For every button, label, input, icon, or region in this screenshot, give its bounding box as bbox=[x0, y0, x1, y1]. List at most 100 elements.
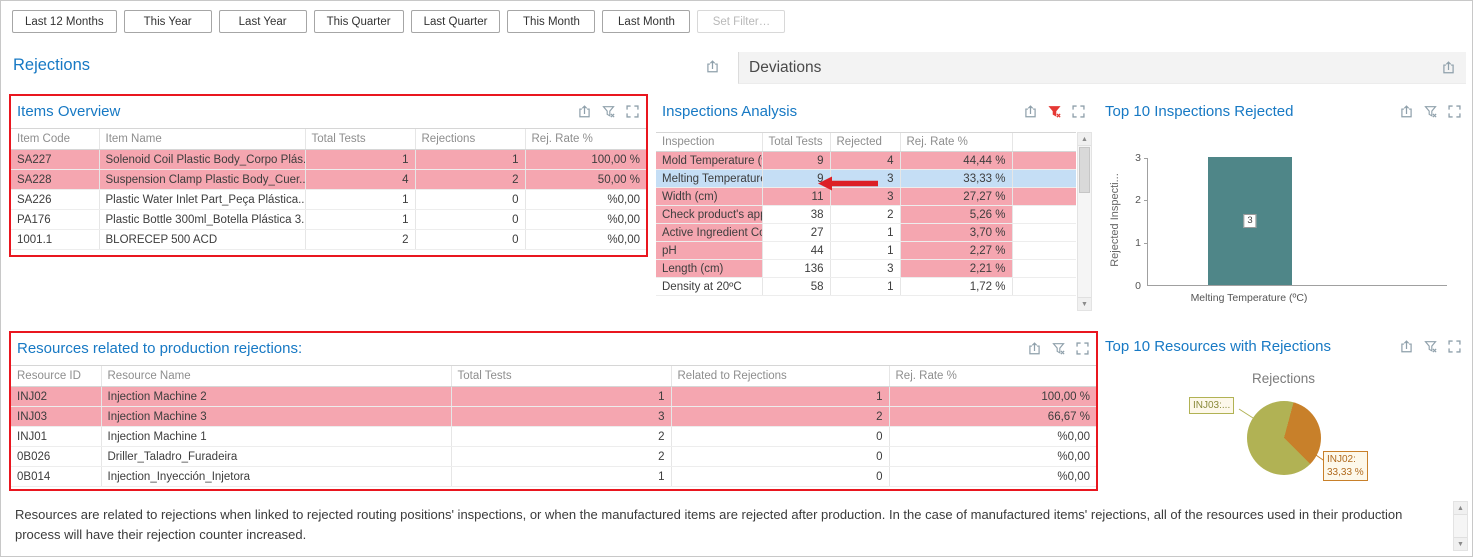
export-icon[interactable] bbox=[705, 59, 720, 74]
col-rejected[interactable]: Rejected bbox=[830, 133, 900, 152]
table-row[interactable]: 1001.1 BLORECEP 500 ACD 2 0 %0,00 bbox=[11, 230, 646, 250]
bar-melting-temperature[interactable]: 3 bbox=[1208, 157, 1292, 285]
filter-clear-icon[interactable] bbox=[1051, 341, 1066, 356]
filter-clear-active-icon[interactable] bbox=[1047, 104, 1062, 119]
export-icon[interactable] bbox=[577, 104, 592, 119]
col-total-tests[interactable]: Total Tests bbox=[305, 129, 415, 150]
filter-this-month-button[interactable]: This Month bbox=[507, 10, 595, 33]
export-icon[interactable] bbox=[1399, 104, 1414, 119]
filter-clear-icon[interactable] bbox=[1423, 104, 1438, 119]
filter-this-year-button[interactable]: This Year bbox=[124, 10, 212, 33]
col-rej-rate[interactable]: Rej. Rate % bbox=[889, 366, 1096, 387]
cell-rejections: 0 bbox=[415, 230, 525, 250]
tab-deviations[interactable]: Deviations bbox=[738, 52, 1466, 84]
cell-total-tests: 1 bbox=[305, 150, 415, 170]
header-row: Item Code Item Name Total Tests Rejectio… bbox=[11, 129, 646, 150]
resources-table: Resource ID Resource Name Total Tests Re… bbox=[11, 365, 1096, 487]
col-rej-rate[interactable]: Rej. Rate % bbox=[525, 129, 646, 150]
y-tick-label: 2 bbox=[1111, 194, 1141, 206]
cell-item-code: SA226 bbox=[11, 190, 99, 210]
col-total-tests[interactable]: Total Tests bbox=[451, 366, 671, 387]
filter-last-month-button[interactable]: Last Month bbox=[602, 10, 690, 33]
filter-last-year-button[interactable]: Last Year bbox=[219, 10, 307, 33]
set-filter-button[interactable]: Set Filter… bbox=[697, 10, 785, 33]
panel-top-resources-rejections: Top 10 Resources with Rejections Rejecti… bbox=[1101, 331, 1466, 491]
pie-label-inj02-name: INJ02: bbox=[1327, 453, 1364, 466]
cell-resource-name: Injection_Inyección_Injetora bbox=[101, 467, 451, 487]
export-icon[interactable] bbox=[1023, 104, 1038, 119]
col-total-tests[interactable]: Total Tests bbox=[762, 133, 830, 152]
inspections-scrollbar[interactable]: ▲ ▼ bbox=[1077, 132, 1092, 311]
table-row[interactable]: PA176 Plastic Bottle 300ml_Botella Plást… bbox=[11, 210, 646, 230]
inspections-analysis-title: Inspections Analysis bbox=[662, 103, 1023, 120]
col-item-name[interactable]: Item Name bbox=[99, 129, 305, 150]
col-rejections[interactable]: Rejections bbox=[415, 129, 525, 150]
table-row[interactable]: INJ03 Injection Machine 3 3 2 66,67 % bbox=[11, 407, 1096, 427]
table-row[interactable]: 0B014 Injection_Inyección_Injetora 1 0 %… bbox=[11, 467, 1096, 487]
export-icon[interactable] bbox=[1027, 341, 1042, 356]
scrollbar-thumb[interactable] bbox=[1079, 147, 1090, 193]
cell-rejected: 1 bbox=[830, 242, 900, 260]
pie-chart[interactable] bbox=[1247, 401, 1321, 475]
cell-total-tests: 1 bbox=[451, 467, 671, 487]
table-row[interactable]: Check product's appea... 38 2 5,26 % bbox=[656, 206, 1076, 224]
cell-rej-rate: %0,00 bbox=[525, 230, 646, 250]
filter-clear-icon[interactable] bbox=[601, 104, 616, 119]
expand-icon[interactable] bbox=[625, 104, 640, 119]
col-rej-rate[interactable]: Rej. Rate % bbox=[900, 133, 1012, 152]
col-related-to-rejections[interactable]: Related to Rejections bbox=[671, 366, 889, 387]
cell-rej-rate: %0,00 bbox=[889, 427, 1096, 447]
scroll-down-icon[interactable]: ▼ bbox=[1454, 537, 1467, 550]
cell-total-tests: 4 bbox=[305, 170, 415, 190]
cell-total-tests: 9 bbox=[762, 152, 830, 170]
expand-icon[interactable] bbox=[1075, 341, 1090, 356]
cell-resource-name: Driller_Taladro_Furadeira bbox=[101, 447, 451, 467]
cell-total-tests: 27 bbox=[762, 224, 830, 242]
table-row[interactable]: SA226 Plastic Water Inlet Part_Peça Plás… bbox=[11, 190, 646, 210]
cell-related: 0 bbox=[671, 427, 889, 447]
cell-rejections: 2 bbox=[415, 170, 525, 190]
filter-this-quarter-button[interactable]: This Quarter bbox=[314, 10, 404, 33]
cell-rej-rate: 2,27 % bbox=[900, 242, 1012, 260]
col-resource-id[interactable]: Resource ID bbox=[11, 366, 101, 387]
scroll-down-icon[interactable]: ▼ bbox=[1078, 297, 1091, 310]
table-row[interactable]: pH 44 1 2,27 % bbox=[656, 242, 1076, 260]
cell-rejected: 3 bbox=[830, 260, 900, 278]
pie-label-inj03: INJ03:... bbox=[1189, 397, 1234, 414]
table-row[interactable]: INJ02 Injection Machine 2 1 1 100,00 % bbox=[11, 387, 1096, 407]
cell-rejected: 1 bbox=[830, 224, 900, 242]
cell-resource-id: INJ03 bbox=[11, 407, 101, 427]
export-icon[interactable] bbox=[1441, 60, 1456, 75]
table-row[interactable]: SA227 Solenoid Coil Plastic Body_Corpo P… bbox=[11, 150, 646, 170]
panel-top-inspections-rejected: Top 10 Inspections Rejected Rejected Ins… bbox=[1101, 96, 1466, 311]
scroll-up-icon[interactable]: ▲ bbox=[1454, 502, 1467, 515]
tab-rejections[interactable]: Rejections bbox=[13, 56, 90, 75]
table-row[interactable]: SA228 Suspension Clamp Plastic Body_Cuer… bbox=[11, 170, 646, 190]
table-row[interactable]: Active Ingredient Conc... 27 1 3,70 % bbox=[656, 224, 1076, 242]
col-filler bbox=[1012, 133, 1076, 152]
filter-last-12-months-button[interactable]: Last 12 Months bbox=[12, 10, 117, 33]
col-item-code[interactable]: Item Code bbox=[11, 129, 99, 150]
cell-filler bbox=[1012, 242, 1076, 260]
cell-inspection: Mold Temperature (ºC) bbox=[656, 152, 762, 170]
scroll-up-icon[interactable]: ▲ bbox=[1078, 133, 1091, 146]
cell-rej-rate: 3,70 % bbox=[900, 224, 1012, 242]
col-inspection[interactable]: Inspection bbox=[656, 133, 762, 152]
footer-scrollbar[interactable]: ▲ ▼ bbox=[1453, 501, 1468, 551]
cell-item-name: Solenoid Coil Plastic Body_Corpo Plás... bbox=[99, 150, 305, 170]
cell-total-tests: 2 bbox=[451, 447, 671, 467]
cell-filler bbox=[1012, 170, 1076, 188]
bar-chart-category-label: Melting Temperature (ºC) bbox=[1147, 292, 1351, 304]
cell-inspection: Melting Temperature (º... bbox=[656, 170, 762, 188]
filter-last-quarter-button[interactable]: Last Quarter bbox=[411, 10, 501, 33]
expand-icon[interactable] bbox=[1071, 104, 1086, 119]
table-row[interactable]: INJ01 Injection Machine 1 2 0 %0,00 bbox=[11, 427, 1096, 447]
expand-icon[interactable] bbox=[1447, 104, 1462, 119]
panel-inspections-analysis: Inspections Analysis bbox=[656, 96, 1092, 311]
table-row[interactable]: 0B026 Driller_Taladro_Furadeira 2 0 %0,0… bbox=[11, 447, 1096, 467]
table-row[interactable]: Mold Temperature (ºC) 9 4 44,44 % bbox=[656, 152, 1076, 170]
col-resource-name[interactable]: Resource Name bbox=[101, 366, 451, 387]
table-row[interactable]: Density at 20ºC 58 1 1,72 % bbox=[656, 278, 1076, 296]
table-row[interactable]: Length (cm) 136 3 2,21 % bbox=[656, 260, 1076, 278]
cell-item-code: SA228 bbox=[11, 170, 99, 190]
